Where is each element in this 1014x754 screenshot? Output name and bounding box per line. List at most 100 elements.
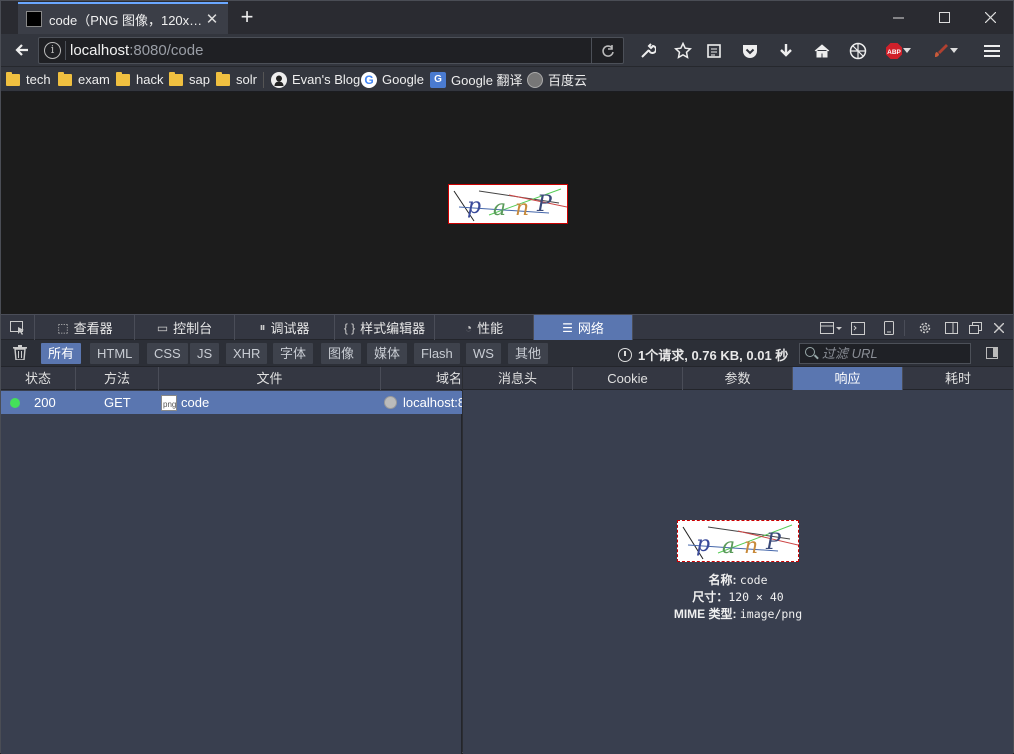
bookmark-label: hack bbox=[136, 72, 164, 87]
devtools-settings-button[interactable] bbox=[915, 318, 935, 338]
bookmark-google-translate[interactable]: G Google 翻译 bbox=[430, 70, 523, 89]
reader-view-button[interactable] bbox=[702, 39, 726, 63]
tab-headers[interactable]: 消息头 bbox=[463, 367, 573, 390]
filter-all[interactable]: 所有 bbox=[41, 343, 82, 364]
star-icon bbox=[674, 42, 692, 59]
undock-button[interactable] bbox=[965, 318, 985, 338]
style-editor-icon: { } bbox=[343, 320, 356, 335]
filter-images[interactable]: 图像 bbox=[321, 343, 362, 364]
tab-close-icon[interactable]: ✕ bbox=[204, 10, 220, 28]
image-size-line: 尺寸：120 × 40 bbox=[463, 589, 1013, 606]
minimize-button[interactable] bbox=[875, 1, 921, 34]
filter-css[interactable]: CSS bbox=[147, 343, 188, 364]
tab-label: 查看器 bbox=[73, 321, 113, 336]
pocket-icon bbox=[743, 45, 757, 58]
column-file[interactable]: 文件 bbox=[159, 367, 381, 390]
extension-globe-button[interactable] bbox=[846, 39, 870, 63]
nav-bar: i localhost:8080/code ABP bbox=[1, 34, 1013, 67]
request-domain: localhost:8 bbox=[384, 391, 462, 414]
filter-ws[interactable]: WS bbox=[466, 343, 501, 364]
column-domain[interactable]: 域名 bbox=[381, 367, 462, 390]
pocket-button[interactable] bbox=[738, 39, 762, 63]
bookmark-google[interactable]: G Google bbox=[361, 70, 424, 89]
filter-fonts[interactable]: 字体 bbox=[273, 343, 314, 364]
reload-button[interactable] bbox=[591, 38, 623, 63]
bookmark-label: 百度云 bbox=[548, 73, 588, 88]
dock-side-button[interactable] bbox=[941, 318, 961, 338]
paint-extension-button[interactable] bbox=[929, 39, 961, 63]
column-method[interactable]: 方法 bbox=[76, 367, 159, 390]
chevron-down-icon bbox=[903, 48, 911, 53]
filter-placeholder: 过滤 URL bbox=[822, 346, 878, 361]
tab-cookies[interactable]: Cookie bbox=[573, 367, 683, 390]
bookmark-exam[interactable]: exam bbox=[58, 70, 110, 89]
url-path: :8080/code bbox=[129, 42, 204, 59]
downloads-button[interactable] bbox=[774, 39, 798, 63]
clear-requests-button[interactable] bbox=[13, 345, 27, 363]
close-window-button[interactable] bbox=[967, 1, 1013, 34]
responsive-mode-button[interactable] bbox=[879, 318, 899, 338]
tab-params[interactable]: 参数 bbox=[683, 367, 793, 390]
tab-label: 性能 bbox=[477, 321, 504, 336]
scratchpad-icon bbox=[851, 321, 865, 335]
tab-performance[interactable]: ◔ 性能 bbox=[435, 315, 534, 340]
bookmark-sap[interactable]: sap bbox=[169, 70, 210, 89]
pane-icon bbox=[993, 348, 997, 357]
toolbar-separator bbox=[904, 320, 905, 336]
tab-inspector[interactable]: ⬚ 查看器 bbox=[36, 315, 135, 340]
tab-code[interactable]: code（PNG 图像，120x… ✕ bbox=[18, 2, 228, 34]
table-row[interactable]: 200 GET png code localhost:8 bbox=[1, 391, 462, 414]
bookmark-evans-blog[interactable]: Evan's Blog bbox=[271, 70, 360, 89]
bookmark-label: Evan's Blog bbox=[292, 72, 361, 87]
toggle-details-pane-button[interactable] bbox=[986, 347, 998, 359]
element-picker-button[interactable] bbox=[1, 315, 35, 340]
back-button[interactable] bbox=[9, 37, 35, 63]
folder-icon bbox=[169, 71, 183, 86]
tab-style-editor[interactable]: { } 样式编辑器 bbox=[335, 315, 435, 340]
image-mime-line: MIME 类型: image/png bbox=[463, 606, 1013, 623]
bookmark-label: sap bbox=[189, 72, 210, 87]
github-icon bbox=[271, 71, 287, 88]
close-devtools-button[interactable] bbox=[989, 318, 1009, 338]
home-button[interactable] bbox=[810, 39, 834, 63]
frame-select-button[interactable] bbox=[819, 318, 843, 338]
url-bar[interactable]: i localhost:8080/code bbox=[38, 37, 624, 64]
bookmark-tech[interactable]: tech bbox=[6, 70, 51, 89]
new-tab-button[interactable]: + bbox=[235, 5, 259, 29]
site-info-icon[interactable]: i bbox=[44, 42, 61, 59]
globe-icon bbox=[384, 396, 397, 409]
back-arrow-icon bbox=[15, 44, 28, 56]
tab-console[interactable]: ▭ 控制台 bbox=[135, 315, 235, 340]
request-list: 状态 方法 文件 域名 200 GET png code localhost:8 bbox=[1, 367, 462, 754]
svg-text:png: png bbox=[163, 400, 176, 409]
tab-label: 样式编辑器 bbox=[360, 321, 426, 336]
tab-timings[interactable]: 耗时 bbox=[903, 367, 1013, 390]
maximize-button[interactable] bbox=[921, 1, 967, 34]
filter-xhr[interactable]: XHR bbox=[226, 343, 268, 364]
adblock-plus-button[interactable]: ABP bbox=[883, 39, 913, 63]
response-image-preview: p a n P bbox=[677, 520, 799, 562]
filter-other[interactable]: 其他 bbox=[508, 343, 549, 364]
size-label: 尺寸： bbox=[692, 590, 729, 604]
size-value: 120 × 40 bbox=[728, 590, 784, 604]
column-status[interactable]: 状态 bbox=[1, 367, 76, 390]
url-text[interactable]: localhost:8080/code bbox=[70, 42, 203, 59]
menu-button[interactable] bbox=[980, 39, 1004, 63]
tab-debugger[interactable]: ⏸ 调试器 bbox=[235, 315, 335, 340]
bookmark-solr[interactable]: solr bbox=[216, 70, 257, 89]
tab-response[interactable]: 响应 bbox=[793, 367, 903, 390]
filter-html[interactable]: HTML bbox=[90, 343, 140, 364]
tab-network[interactable]: ☰ 网络 bbox=[534, 315, 633, 340]
filter-js[interactable]: JS bbox=[190, 343, 220, 364]
devtools-wrench-button[interactable] bbox=[636, 39, 660, 63]
bookmark-star-button[interactable] bbox=[671, 39, 695, 63]
bookmark-baidu-yun[interactable]: 百度云 bbox=[527, 70, 587, 89]
tab-label: 控制台 bbox=[173, 321, 213, 336]
bookmark-hack[interactable]: hack bbox=[116, 70, 163, 89]
filter-flash[interactable]: Flash bbox=[414, 343, 460, 364]
filter-media[interactable]: 媒体 bbox=[367, 343, 408, 364]
bookmark-label: exam bbox=[78, 72, 110, 87]
network-icon: ☰ bbox=[562, 320, 573, 335]
filter-url-input[interactable]: 过滤 URL bbox=[799, 343, 971, 364]
scratchpad-button[interactable] bbox=[848, 318, 868, 338]
